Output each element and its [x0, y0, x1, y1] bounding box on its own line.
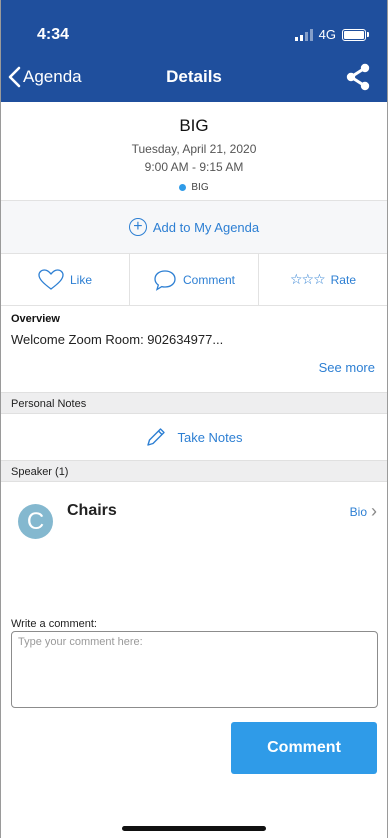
battery-tip [367, 32, 369, 37]
network-type: 4G [318, 27, 336, 42]
chevron-right-icon: › [371, 501, 377, 521]
heart-icon [38, 268, 64, 290]
comment-action-button[interactable]: Comment [130, 254, 259, 305]
bio-link[interactable]: Bio › [350, 501, 377, 522]
add-to-agenda-button[interactable]: + Add to My Agenda [1, 200, 387, 254]
plus-circle-icon: + [128, 218, 147, 236]
status-time: 4:34 [37, 26, 70, 43]
rate-label: Rate [330, 272, 356, 287]
track-label: BIG [191, 182, 209, 193]
home-indicator [122, 826, 266, 831]
comment-action-label: Comment [182, 272, 235, 287]
take-notes-label: Take Notes [177, 429, 243, 445]
speaker-name: Chairs [67, 502, 117, 519]
app-header: 4:34 4G Agenda Details [1, 0, 387, 102]
session-time: 9:00 AM - 9:15 AM [144, 160, 244, 174]
like-label: Like [69, 272, 92, 287]
track-dot-icon [179, 184, 187, 191]
share-icon[interactable] [345, 63, 371, 96]
speech-bubble-icon [154, 269, 176, 291]
speaker-row[interactable]: C Chairs Bio › [1, 485, 387, 545]
page-title: Details [166, 67, 222, 86]
overview-text: Welcome Zoom Room: 902634977... [11, 332, 224, 347]
status-indicators: 4G [294, 27, 369, 42]
signal-icon [294, 28, 313, 41]
comment-input[interactable] [11, 631, 378, 708]
take-notes-button[interactable]: Take Notes [1, 426, 387, 448]
speaker-header: Speaker (1) [1, 460, 387, 482]
stars-icon: ☆☆☆ [289, 271, 326, 287]
session-track: BIG [1, 182, 387, 193]
bio-label: Bio [349, 504, 367, 519]
see-more-link[interactable]: See more [319, 360, 375, 375]
overview-heading: Overview [11, 313, 60, 325]
session-info: BIG Tuesday, April 21, 2020 9:00 AM - 9:… [1, 102, 387, 200]
comment-submit-button[interactable]: Comment [231, 722, 377, 774]
rate-button[interactable]: ☆☆☆ Rate [259, 254, 387, 305]
add-to-agenda-label: Add to My Agenda [152, 219, 260, 235]
personal-notes-header: Personal Notes [1, 392, 387, 414]
action-bar: Like Comment ☆☆☆ Rate [1, 254, 387, 306]
session-title: BIG [179, 116, 209, 135]
pencil-icon [147, 428, 166, 446]
like-button[interactable]: Like [1, 254, 130, 305]
comment-label: Write a comment: [11, 618, 97, 630]
session-date: Tuesday, April 21, 2020 [131, 142, 257, 156]
avatar: C [18, 504, 53, 539]
battery-icon [342, 28, 366, 41]
